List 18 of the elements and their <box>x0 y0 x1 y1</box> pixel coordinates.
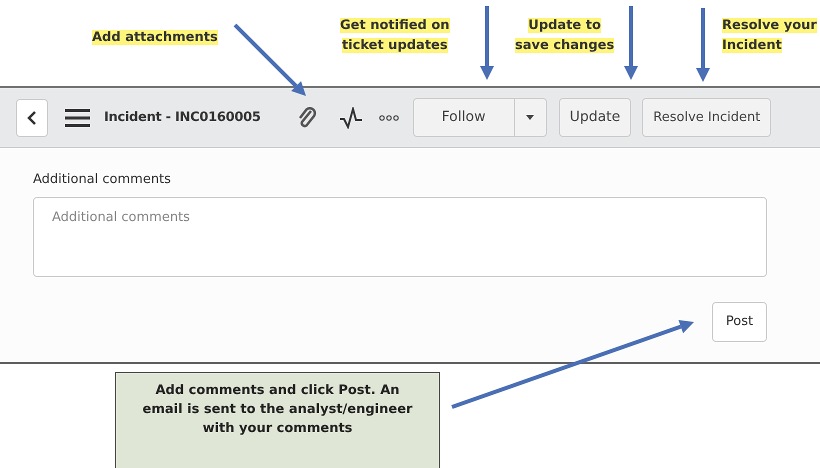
annotation-label: Add attachments <box>92 29 218 47</box>
comment-field[interactable]: Additional comments <box>33 196 767 276</box>
more-icon[interactable] <box>378 114 399 120</box>
field-label: Additional comments <box>33 171 172 189</box>
annotation-label: Get notified on ticket updates <box>340 17 450 55</box>
resolve-incident-button[interactable]: Resolve Incident <box>642 98 772 137</box>
menu-icon[interactable] <box>65 108 90 128</box>
record-title: Incident - INC0160005 <box>104 108 261 127</box>
annotation-label: Resolve your Incident <box>722 17 817 55</box>
callout-box: Add comments and click Post. An email is sent to the analyst/engineer with your comments <box>115 372 440 468</box>
back-button[interactable] <box>16 98 48 136</box>
annotation-label: Update to save changes <box>515 17 614 55</box>
caret-icon <box>526 115 534 120</box>
post-button[interactable]: Post <box>712 302 767 342</box>
chevron-left-icon <box>27 110 37 126</box>
pulse-icon[interactable] <box>338 106 363 128</box>
paperclip-icon[interactable] <box>296 106 317 128</box>
update-button[interactable]: Update <box>558 98 632 137</box>
